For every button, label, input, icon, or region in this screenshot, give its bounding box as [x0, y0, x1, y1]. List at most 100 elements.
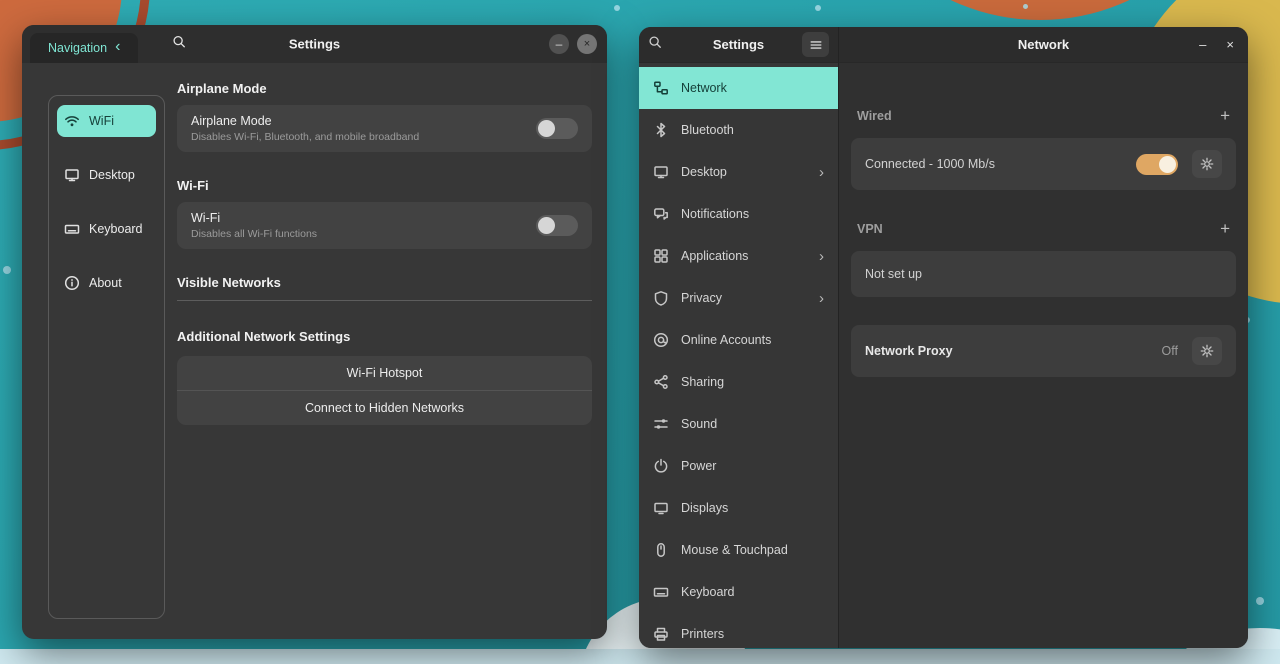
minimize-button[interactable]: –: [549, 34, 569, 54]
divider: [177, 300, 592, 301]
sidebar-item-label: WiFi: [89, 114, 114, 128]
close-button[interactable]: ×: [1226, 37, 1234, 52]
sidebar-item-label: Power: [681, 459, 716, 473]
settings-window-wifi: Navigation ‹ Settings – × WiFi Desktop K…: [22, 25, 607, 639]
sidebar-titlebar: Settings: [639, 27, 839, 63]
monitor-icon: [653, 500, 669, 516]
wallpaper-dot: [1023, 4, 1028, 9]
additional-settings-card: Wi-Fi Hotspot Connect to Hidden Networks: [177, 356, 592, 425]
network-proxy-value: Off: [1162, 344, 1178, 358]
sidebar-item-desktop[interactable]: Desktop: [57, 159, 156, 191]
wired-section-header: Wired +: [851, 107, 1236, 124]
search-button[interactable]: [172, 35, 186, 54]
sidebar-item-label: Keyboard: [681, 585, 735, 599]
sidebar-item-sharing[interactable]: Sharing: [639, 361, 838, 403]
sidebar-item-privacy[interactable]: Privacy ›: [639, 277, 838, 319]
chevron-left-icon: ‹: [115, 39, 120, 55]
shield-icon: [653, 290, 669, 306]
sidebar-item-label: Applications: [681, 249, 748, 263]
sidebar-item-bluetooth[interactable]: Bluetooth: [639, 109, 838, 151]
network-proxy-settings-button[interactable]: [1192, 337, 1222, 365]
network-proxy-row: Network Proxy Off: [851, 325, 1236, 377]
close-button[interactable]: ×: [577, 34, 597, 54]
network-proxy-label: Network Proxy: [865, 344, 1162, 358]
sidebar-item-label: Keyboard: [89, 222, 143, 236]
wallpaper-dot: [815, 5, 821, 11]
sidebar-item-label: Displays: [681, 501, 728, 515]
wifi-icon: [64, 113, 80, 129]
minimize-button[interactable]: –: [1199, 37, 1206, 52]
sidebar-item-keyboard[interactable]: Keyboard: [639, 571, 838, 613]
window-controls: – ×: [549, 34, 597, 54]
wallpaper-dot: [3, 266, 11, 274]
sidebar-item-displays[interactable]: Displays: [639, 487, 838, 529]
section-header-additional: Additional Network Settings: [177, 329, 592, 344]
section-header-airplane: Airplane Mode: [177, 81, 592, 96]
wifi-hotspot-button[interactable]: Wi-Fi Hotspot: [177, 356, 592, 390]
sidebar-item-mouse-touchpad[interactable]: Mouse & Touchpad: [639, 529, 838, 571]
grid-icon: [653, 248, 669, 264]
wifi-row: Wi-Fi Disables all Wi-Fi functions: [177, 202, 592, 249]
wifi-card: Wi-Fi Disables all Wi-Fi functions: [177, 202, 592, 249]
bluetooth-icon: [653, 122, 669, 138]
airplane-mode-title: Airplane Mode: [191, 114, 536, 128]
sidebar-item-wifi[interactable]: WiFi: [57, 105, 156, 137]
navigation-back-button[interactable]: Navigation ‹: [30, 33, 138, 63]
menu-button[interactable]: [802, 32, 829, 57]
add-vpn-button[interactable]: +: [1220, 220, 1230, 237]
gear-icon: [1200, 157, 1214, 171]
sidebar-item-notifications[interactable]: Notifications: [639, 193, 838, 235]
sidebar-item-label: Mouse & Touchpad: [681, 543, 788, 557]
power-icon: [653, 458, 669, 474]
desktop-icon: [64, 167, 80, 183]
sidebar-item-keyboard[interactable]: Keyboard: [57, 213, 156, 245]
wallpaper-dot: [614, 5, 620, 11]
pref-texts: Wi-Fi Disables all Wi-Fi functions: [191, 211, 536, 240]
search-icon: [172, 35, 186, 49]
airplane-mode-row: Airplane Mode Disables Wi-Fi, Bluetooth,…: [177, 105, 592, 152]
chevron-right-icon: ›: [819, 248, 824, 265]
wifi-settings-page: Airplane Mode Airplane Mode Disables Wi-…: [177, 79, 592, 619]
wifi-title: Wi-Fi: [191, 211, 536, 225]
window-body: WiFi Desktop Keyboard About Airplane Mod…: [22, 63, 607, 639]
section-header-visible-networks: Visible Networks: [177, 275, 592, 290]
sidebar-item-label: Bluetooth: [681, 123, 734, 137]
sidebar-item-applications[interactable]: Applications ›: [639, 235, 838, 277]
vpn-card: Not set up: [851, 251, 1236, 297]
sidebar-item-label: Desktop: [681, 165, 727, 179]
wired-toggle[interactable]: [1136, 154, 1178, 175]
sidebar-item-power[interactable]: Power: [639, 445, 838, 487]
sliders-icon: [653, 416, 669, 432]
gear-icon: [1200, 344, 1214, 358]
sidebar-item-label: Notifications: [681, 207, 749, 221]
sidebar-item-label: Printers: [681, 627, 724, 641]
sidebar-item-network[interactable]: Network: [639, 67, 838, 109]
sidebar-item-label: Sound: [681, 417, 717, 431]
wired-settings-button[interactable]: [1192, 150, 1222, 178]
titlebar: Navigation ‹ Settings – ×: [22, 25, 607, 63]
wifi-toggle[interactable]: [536, 215, 578, 236]
airplane-mode-card: Airplane Mode Disables Wi-Fi, Bluetooth,…: [177, 105, 592, 152]
connect-hidden-networks-button[interactable]: Connect to Hidden Networks: [177, 390, 592, 425]
sidebar-item-online-accounts[interactable]: Online Accounts: [639, 319, 838, 361]
pref-texts: Airplane Mode Disables Wi-Fi, Bluetooth,…: [191, 114, 536, 143]
sidebar-item-label: Privacy: [681, 291, 722, 305]
sidebar-item-label: Sharing: [681, 375, 724, 389]
printer-icon: [653, 626, 669, 642]
wired-connection-row: Connected - 1000 Mb/s: [851, 138, 1236, 190]
sidebar-item-sound[interactable]: Sound: [639, 403, 838, 445]
sidebar-item-about[interactable]: About: [57, 267, 156, 299]
sidebar-item-printers[interactable]: Printers: [639, 613, 838, 648]
mouse-icon: [653, 542, 669, 558]
airplane-mode-toggle[interactable]: [536, 118, 578, 139]
airplane-mode-subtitle: Disables Wi-Fi, Bluetooth, and mobile br…: [191, 131, 536, 143]
vpn-section-header: VPN +: [851, 220, 1236, 237]
vpn-status: Not set up: [865, 267, 1222, 281]
search-button[interactable]: [648, 35, 662, 54]
sidebar-item-desktop[interactable]: Desktop ›: [639, 151, 838, 193]
content-titlebar: Network – ×: [839, 27, 1248, 63]
keyboard-icon: [64, 221, 80, 237]
wallpaper-dot: [1256, 597, 1264, 605]
vpn-header-label: VPN: [857, 222, 1220, 236]
add-wired-connection-button[interactable]: +: [1220, 107, 1230, 124]
